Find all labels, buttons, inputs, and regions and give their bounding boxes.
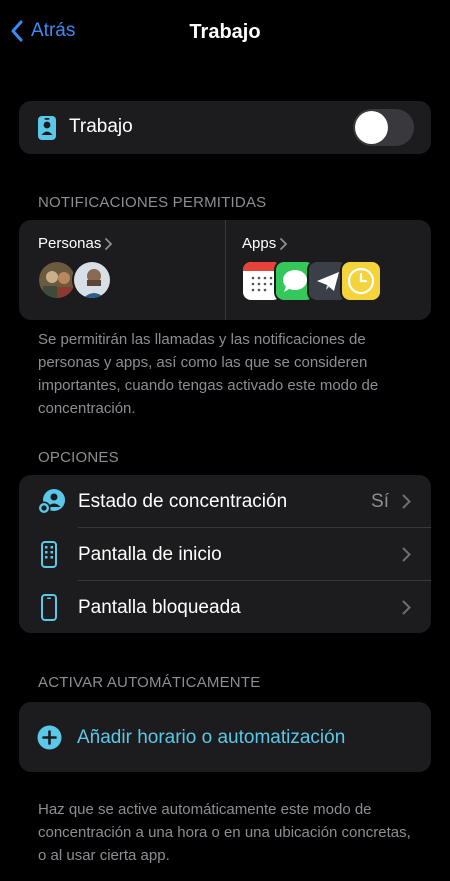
options-section-header: OPCIONES <box>38 449 119 466</box>
people-title: Personas <box>38 235 113 252</box>
focus-toggle-switch[interactable] <box>353 109 414 146</box>
home-screen-icon <box>41 541 57 573</box>
focus-toggle-label: Trabajo <box>69 116 133 137</box>
option-label: Estado de concentración <box>78 491 288 512</box>
option-lock-screen[interactable]: Pantalla bloqueada <box>19 581 431 633</box>
lock-screen-icon <box>41 594 57 626</box>
options-card: Estado de concentración Sí Pantalla de i… <box>19 475 431 633</box>
add-automation-button[interactable]: Añadir horario o automatización <box>19 702 431 772</box>
notifications-card: Personas Apps <box>19 220 431 320</box>
people-label: Personas <box>38 235 102 252</box>
option-value: Sí <box>371 491 389 512</box>
option-focus-status[interactable]: Estado de concentración Sí <box>19 475 431 528</box>
focus-status-icon <box>37 488 67 521</box>
apps-column[interactable]: Apps <box>225 220 431 320</box>
id-badge-icon <box>38 116 56 145</box>
chevron-right-icon <box>402 547 411 562</box>
apps-label: Apps <box>242 235 277 252</box>
back-button[interactable]: Atrás <box>10 20 75 42</box>
option-label: Pantalla de inicio <box>78 544 222 565</box>
people-column[interactable]: Personas <box>19 220 225 320</box>
avatar <box>72 260 112 300</box>
avatar <box>37 260 77 300</box>
apps-title: Apps <box>242 235 288 252</box>
notifications-section-header: NOTIFICACIONES PERMITIDAS <box>38 194 267 211</box>
chevron-right-icon <box>105 237 113 250</box>
navigation-bar: Atrás Trabajo <box>0 0 450 66</box>
back-label: Atrás <box>31 20 76 41</box>
chevron-left-icon <box>11 20 23 42</box>
option-label: Pantalla bloqueada <box>78 597 241 618</box>
focus-toggle-row: Trabajo <box>19 101 431 154</box>
auto-section-header: ACTIVAR AUTOMÁTICAMENTE <box>38 674 261 691</box>
notifications-footnote: Se permitirán las llamadas y las notific… <box>38 331 379 417</box>
auto-footnote: Haz que se active automáticamente este m… <box>38 801 411 864</box>
toggle-knob <box>355 111 388 144</box>
add-automation-label: Añadir horario o automatización <box>77 727 346 748</box>
clock-app-icon <box>340 260 382 302</box>
chevron-right-icon <box>402 600 411 615</box>
plus-circle-icon <box>37 725 62 755</box>
chevron-right-icon <box>402 494 411 509</box>
option-home-screen[interactable]: Pantalla de inicio <box>19 528 431 581</box>
chevron-right-icon <box>280 237 288 250</box>
